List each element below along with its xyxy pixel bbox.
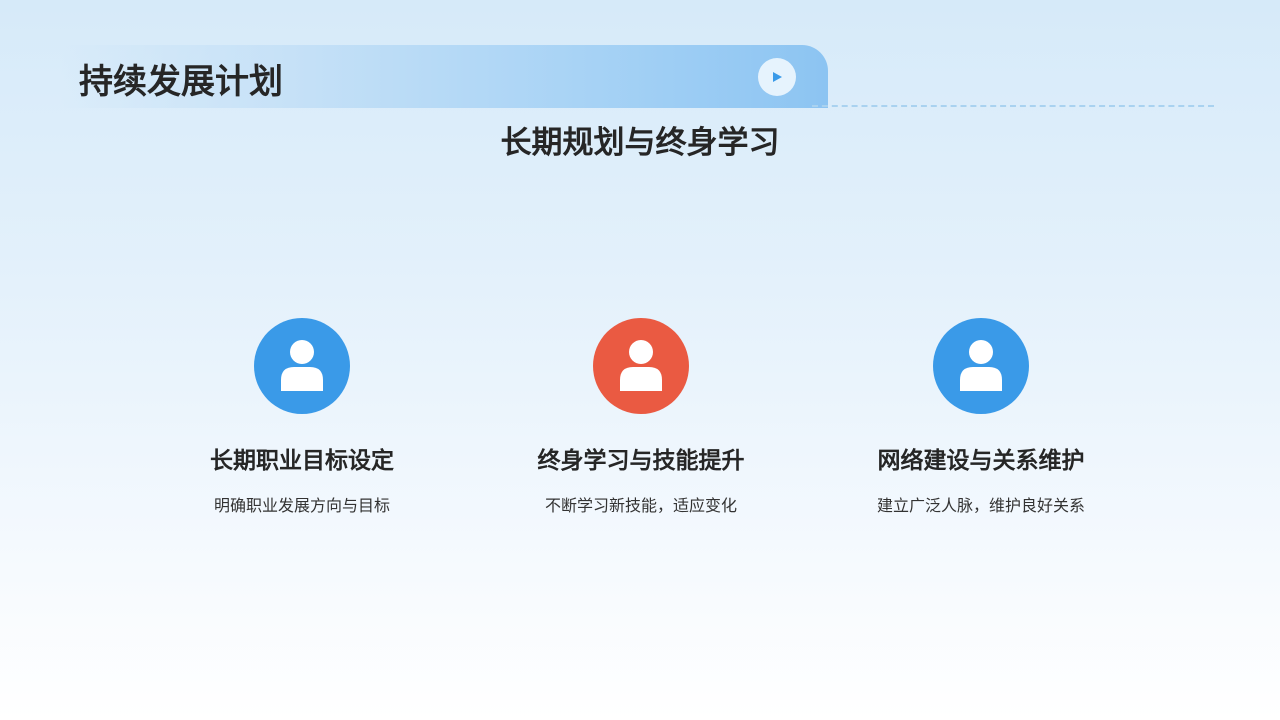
card-description: 不断学习新技能，适应变化 xyxy=(544,496,737,515)
play-icon xyxy=(773,72,782,82)
card-title: 长期职业目标设定 xyxy=(210,448,394,474)
card-career-goals: 长期职业目标设定 明确职业发展方向与目标 xyxy=(152,318,452,517)
card-description: 建立广泛人脉，维护良好关系 xyxy=(876,496,1085,515)
user-icon xyxy=(593,318,689,414)
page-title: 持续发展计划 xyxy=(79,62,283,102)
user-icon xyxy=(933,318,1029,414)
card-title: 终身学习与技能提升 xyxy=(537,448,745,474)
header-divider xyxy=(812,105,1214,107)
section-subtitle: 长期规划与终身学习 xyxy=(500,125,780,161)
user-icon xyxy=(254,318,350,414)
card-networking: 网络建设与关系维护 建立广泛人脉，维护良好关系 xyxy=(831,318,1131,517)
card-description: 明确职业发展方向与目标 xyxy=(213,496,390,515)
card-lifelong-learning: 终身学习与技能提升 不断学习新技能，适应变化 xyxy=(491,318,791,517)
play-button[interactable] xyxy=(758,58,796,96)
card-title: 网络建设与关系维护 xyxy=(877,448,1085,474)
